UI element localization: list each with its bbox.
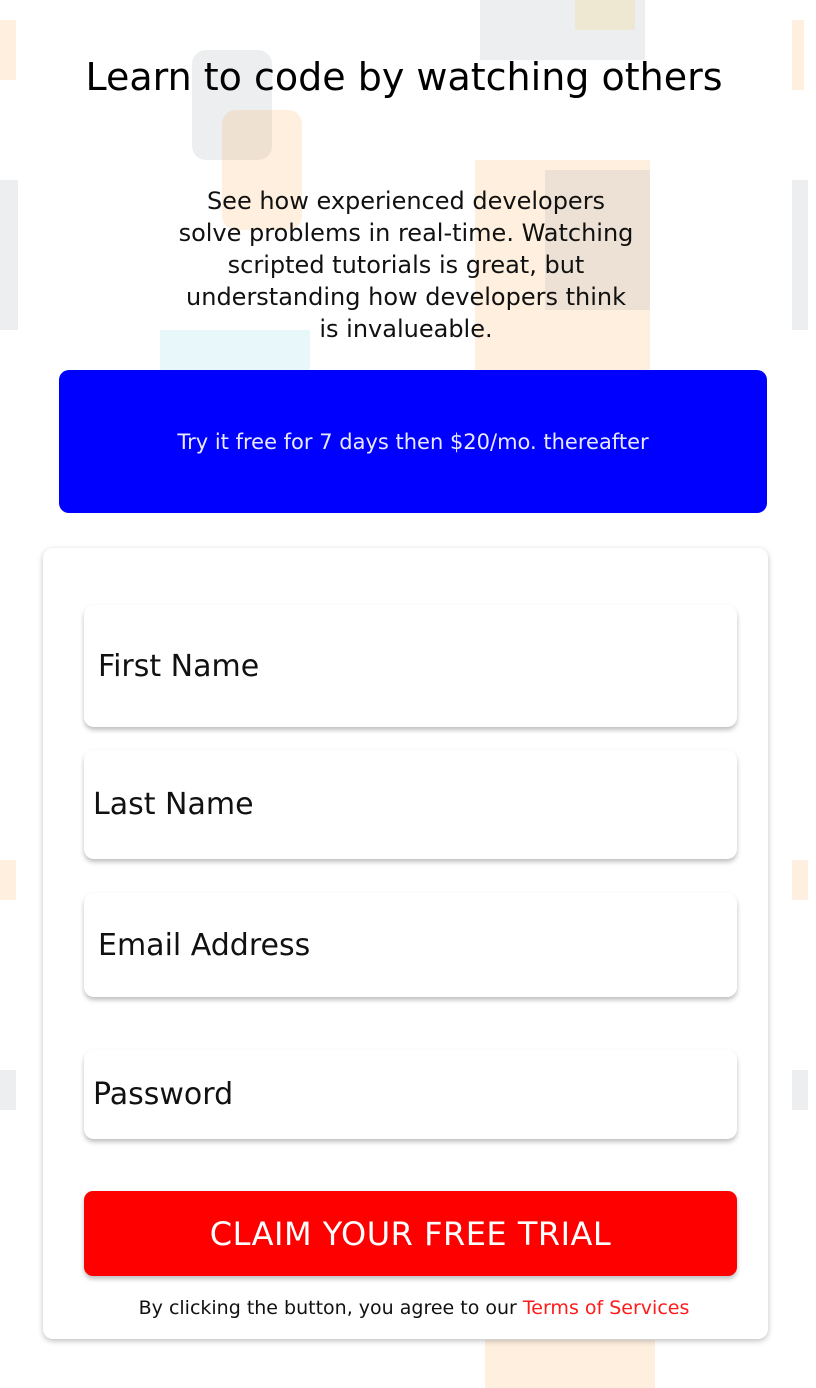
terms-of-service-link[interactable]: Terms of Services <box>523 1297 689 1319</box>
page-description: See how experienced developers solve pro… <box>178 187 634 343</box>
trial-offer-text: Try it free for 7 days then $20/mo. ther… <box>177 429 649 454</box>
password-field[interactable] <box>84 1050 737 1139</box>
terms-notice-text: By clicking the button, you agree to our <box>138 1297 523 1319</box>
email-field[interactable] <box>84 893 737 997</box>
claim-free-trial-button[interactable]: CLAIM YOUR FREE TRIAL <box>84 1191 737 1276</box>
first-name-field[interactable] <box>84 605 737 727</box>
last-name-field[interactable] <box>84 750 737 859</box>
terms-notice: By clicking the button, you agree to our… <box>0 1297 816 1319</box>
page-title: Learn to code by watching others <box>85 55 723 99</box>
trial-offer-banner: Try it free for 7 days then $20/mo. ther… <box>59 370 767 513</box>
